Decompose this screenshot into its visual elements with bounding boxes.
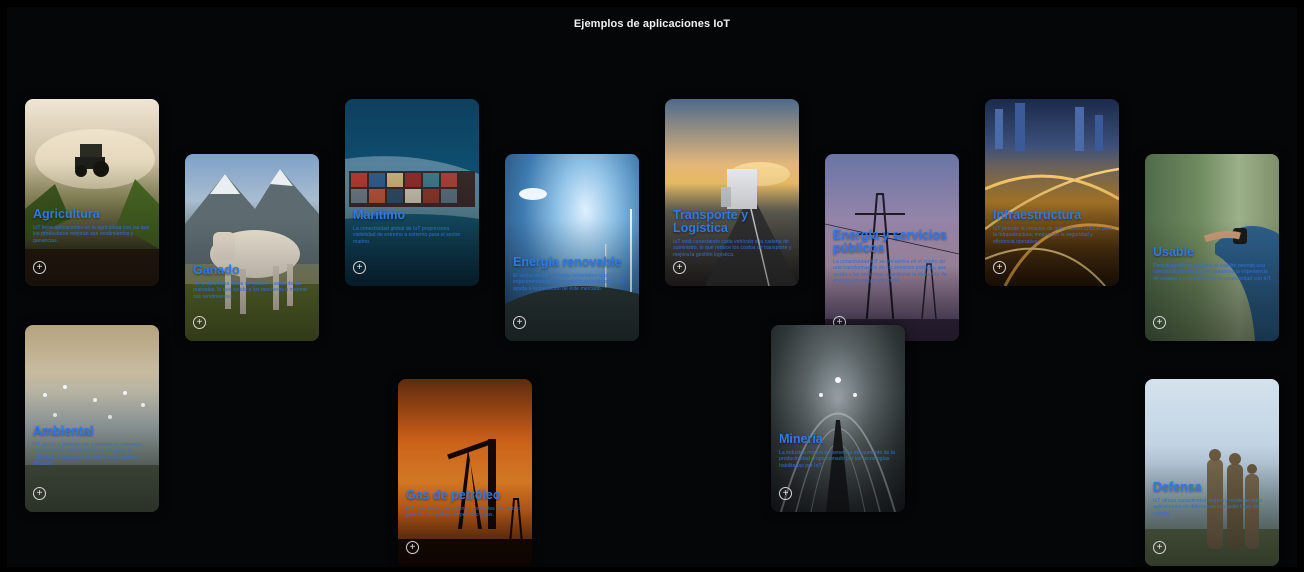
card-energia-servicios[interactable]: Energía y servicios públicos La conectiv… — [825, 154, 959, 341]
card-maritimo[interactable]: Marítimo La conectividad global de IoT p… — [345, 99, 479, 286]
expand-plus-icon[interactable]: + — [513, 316, 526, 329]
expand-plus-icon[interactable]: + — [779, 487, 792, 500]
card-transporte[interactable]: Transporte y Logística IoT está conectan… — [665, 99, 799, 286]
card-ambiental[interactable]: Ambiental IoT ayuda a proteger los ecosi… — [25, 325, 159, 512]
card-usable[interactable]: Usable Para dispositivos usables, el sat… — [1145, 154, 1279, 341]
app-canvas: Ejemplos de aplicaciones IoT Agricultura… — [7, 7, 1297, 567]
expand-plus-icon[interactable]: + — [1153, 541, 1166, 554]
card-description: IoT permite la creación de aplicaciones … — [993, 226, 1113, 245]
card-title: Energía y servicios públicos — [833, 228, 947, 255]
expand-plus-icon[interactable]: + — [33, 261, 46, 274]
card-description: La conectividad IoT se encuentra en el c… — [833, 259, 947, 284]
card-title: Energía renovable — [513, 255, 622, 269]
card-description: La conectividad global de IoT proporcion… — [353, 226, 461, 245]
expand-plus-icon[interactable]: + — [1153, 316, 1166, 329]
card-energia-renovable[interactable]: Energía renovable El sector de las energ… — [505, 154, 639, 341]
card-title: Transporte y Logística — [673, 208, 749, 235]
card-agricultura[interactable]: Agricultura IoT tiene aplicaciones en la… — [25, 99, 159, 286]
card-description: IoT ayuda a proteger los ecosistemas nat… — [33, 442, 144, 467]
card-description: Para dispositivos usables, el satélite p… — [1153, 263, 1272, 282]
card-title: Minería — [779, 432, 823, 446]
card-description: La industria minera se beneficia del aum… — [779, 450, 895, 469]
card-mineria[interactable]: Minería La industria minera se beneficia… — [771, 325, 905, 512]
card-title: Defensa — [1153, 480, 1202, 494]
card-title: Usable — [1153, 245, 1194, 259]
page-title: Ejemplos de aplicaciones IoT — [573, 18, 731, 30]
card-description: IoT ofrece conectividad segura y resilie… — [1153, 498, 1262, 517]
card-gas-petroleo[interactable]: Gas de petróleo IoT proporciona conexion… — [398, 379, 532, 566]
expand-plus-icon[interactable]: + — [406, 541, 419, 554]
card-description: El sector de las energías renovables est… — [513, 273, 625, 292]
card-title: Ganado — [193, 263, 240, 277]
card-title: Ambiental — [33, 424, 94, 438]
card-title: Infraestructura — [993, 208, 1082, 222]
expand-plus-icon[interactable]: + — [673, 261, 686, 274]
expand-plus-icon[interactable]: + — [193, 316, 206, 329]
card-infraestructura[interactable]: Infraestructura IoT permite la creación … — [985, 99, 1119, 286]
card-title: Marítimo — [353, 208, 406, 222]
card-title: Agricultura — [33, 207, 100, 221]
card-title: Gas de petróleo — [406, 488, 501, 502]
expand-plus-icon[interactable]: + — [993, 261, 1006, 274]
card-defensa[interactable]: Defensa IoT ofrece conectividad segura y… — [1145, 379, 1279, 566]
card-description: IoT proporciona datos de rastreo y salud… — [193, 281, 308, 300]
card-description: IoT está conectando cada vehículo a la c… — [673, 239, 792, 258]
expand-plus-icon[interactable]: + — [353, 261, 366, 274]
expand-plus-icon[interactable]: + — [33, 487, 46, 500]
card-description: IoT tiene aplicaciones en la agricultura… — [33, 225, 150, 244]
card-ganado[interactable]: Ganado IoT proporciona datos de rastreo … — [185, 154, 319, 341]
card-description: IoT proporciona conexiones confiables y … — [406, 506, 522, 519]
